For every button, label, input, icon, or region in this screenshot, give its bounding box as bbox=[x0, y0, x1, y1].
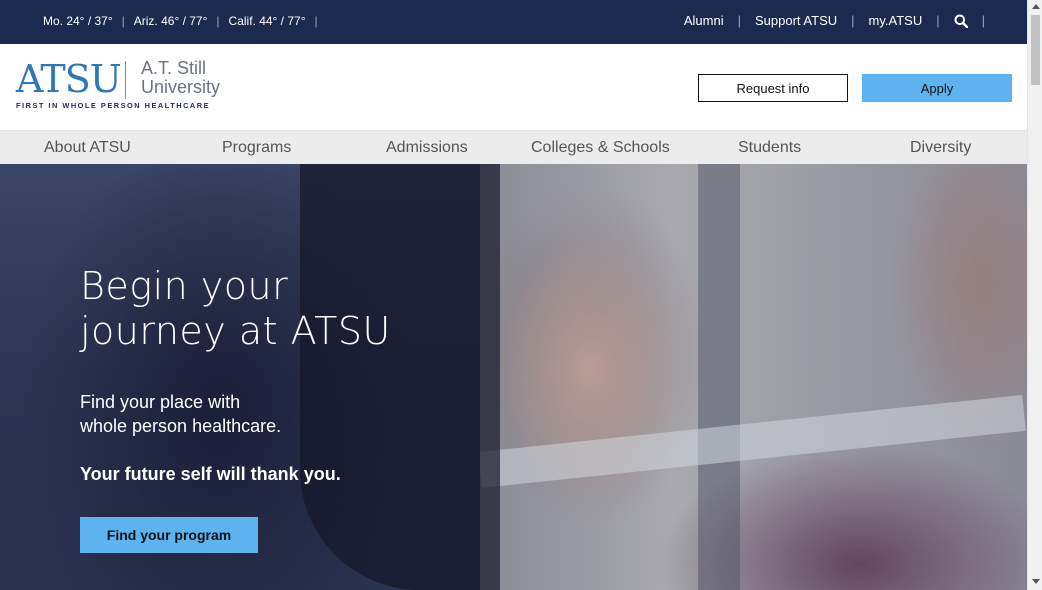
site-header: ATSU A.T. Still University FIRST IN WHOL… bbox=[0, 44, 1027, 130]
weather-readout: Mo. 24° / 37° | Ariz. 46° / 77° | Calif.… bbox=[43, 14, 327, 28]
hero-title-line2: journey at ATSU bbox=[80, 309, 391, 353]
separator: | bbox=[216, 14, 220, 28]
logo-university-name: A.T. Still University bbox=[141, 59, 220, 97]
atsu-logo[interactable]: ATSU A.T. Still University FIRST IN WHOL… bbox=[16, 57, 230, 111]
separator: | bbox=[936, 13, 940, 28]
logo-tagline: FIRST IN WHOLE PERSON HEALTHCARE bbox=[16, 101, 211, 110]
apply-button[interactable]: Apply bbox=[862, 74, 1012, 102]
hero-tagline: Your future self will thank you. bbox=[80, 464, 341, 484]
hero-title-line1: Begin your bbox=[80, 264, 289, 308]
main-nav: About ATSU Programs Admissions Colleges … bbox=[0, 130, 1027, 164]
support-atsu-link[interactable]: Support ATSU bbox=[755, 13, 837, 28]
nav-students[interactable]: Students bbox=[738, 139, 801, 157]
weather-arizona: Ariz. 46° / 77° bbox=[133, 14, 208, 28]
logo-mark: ATSU bbox=[16, 57, 122, 101]
hero-banner: Begin your journey at ATSU Find your pla… bbox=[0, 164, 1027, 590]
hero-subtitle-line2: whole person healthcare. bbox=[80, 416, 282, 436]
weather-missouri: Mo. 24° / 37° bbox=[43, 14, 113, 28]
scroll-down-arrow-icon[interactable] bbox=[1032, 579, 1040, 584]
logo-name-line1: A.T. Still bbox=[141, 58, 207, 78]
hero-title: Begin your journey at ATSU bbox=[80, 264, 391, 354]
separator: | bbox=[851, 13, 855, 28]
hero-photo-shade bbox=[698, 164, 740, 590]
nav-colleges-schools[interactable]: Colleges & Schools bbox=[531, 139, 670, 157]
nav-diversity[interactable]: Diversity bbox=[910, 139, 971, 157]
logo-name-line2: University bbox=[141, 77, 221, 97]
page: Mo. 24° / 37° | Ariz. 46° / 77° | Calif.… bbox=[0, 0, 1042, 590]
utility-bar: Mo. 24° / 37° | Ariz. 46° / 77° | Calif.… bbox=[0, 0, 1027, 44]
search-icon[interactable] bbox=[954, 14, 968, 28]
hero-subtitle-line1: Find your place with bbox=[80, 392, 241, 412]
hero-text: Begin your journey at ATSU Find your pla… bbox=[80, 264, 391, 485]
nav-admissions[interactable]: Admissions bbox=[386, 139, 468, 157]
weather-california: Calif. 44° / 77° bbox=[228, 14, 306, 28]
nav-about-atsu[interactable]: About ATSU bbox=[44, 139, 131, 157]
scroll-thumb[interactable] bbox=[1031, 15, 1040, 85]
scroll-up-arrow-icon[interactable] bbox=[1032, 4, 1040, 9]
page-scrollbar[interactable] bbox=[1027, 0, 1042, 590]
find-program-button[interactable]: Find your program bbox=[80, 517, 258, 553]
logo-divider bbox=[125, 61, 126, 99]
alumni-link[interactable]: Alumni bbox=[684, 13, 724, 28]
separator: | bbox=[121, 14, 125, 28]
hero-subtitle: Find your place with whole person health… bbox=[80, 390, 391, 438]
separator: | bbox=[737, 13, 741, 28]
separator: | bbox=[314, 14, 318, 28]
utility-links: Alumni | Support ATSU | my.ATSU | | bbox=[684, 13, 999, 28]
my-atsu-link[interactable]: my.ATSU bbox=[869, 13, 923, 28]
hero-photo-highlight bbox=[478, 394, 1026, 488]
nav-programs[interactable]: Programs bbox=[222, 139, 291, 157]
hero-photo bbox=[478, 164, 1027, 590]
request-info-button[interactable]: Request info bbox=[698, 74, 848, 102]
separator: | bbox=[981, 13, 985, 28]
